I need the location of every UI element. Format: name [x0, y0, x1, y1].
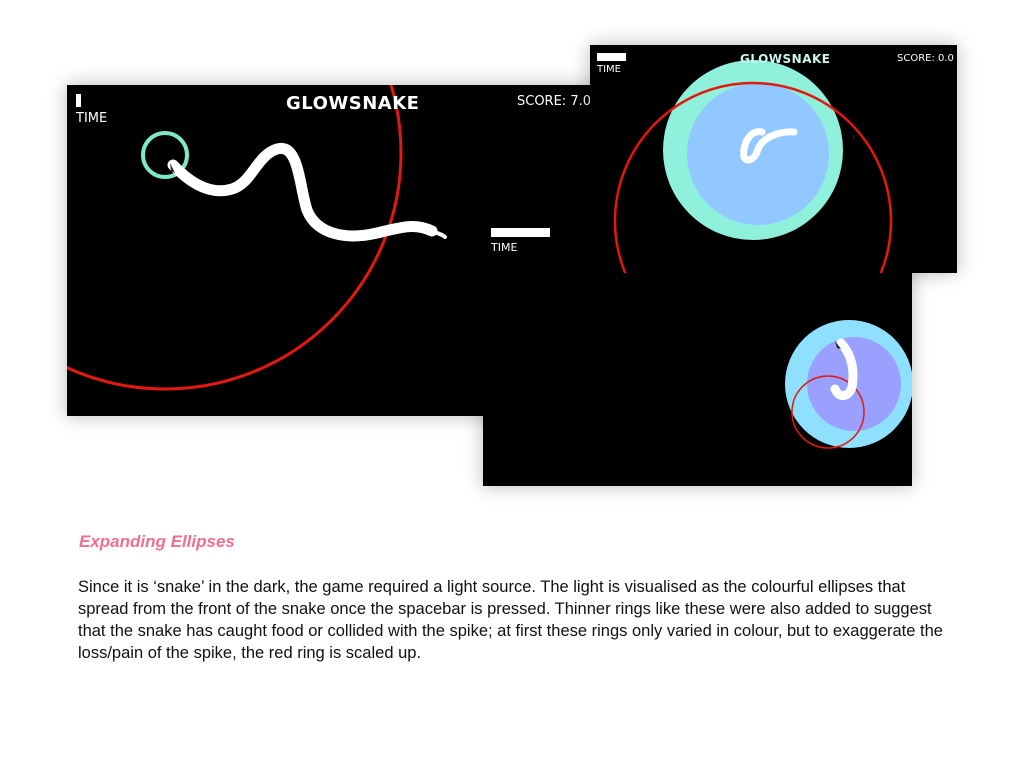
time-bar — [76, 94, 81, 107]
time-label: TIME — [597, 64, 622, 75]
mouse-cursor — [852, 132, 856, 140]
game-title: GLOWSNAKE — [740, 52, 831, 66]
score-display: SCORE: 7.0 — [517, 94, 591, 109]
time-bar — [597, 53, 626, 61]
caption-heading: Expanding Ellipses — [79, 532, 235, 551]
game-canvas-top — [613, 60, 893, 273]
game-title: GLOWSNAKE — [286, 93, 420, 114]
caption-body: Since it is ‘snake’ in the dark, the gam… — [78, 578, 943, 662]
score-display: SCORE: 0.0 — [897, 53, 954, 64]
time-bar — [491, 228, 550, 237]
time-label: TIME — [491, 241, 518, 254]
time-label: TIME — [76, 111, 108, 126]
game-screenshot-top: TIME GLOWSNAKE SCORE: 0.0 — [590, 45, 957, 273]
snake-body — [167, 143, 438, 242]
